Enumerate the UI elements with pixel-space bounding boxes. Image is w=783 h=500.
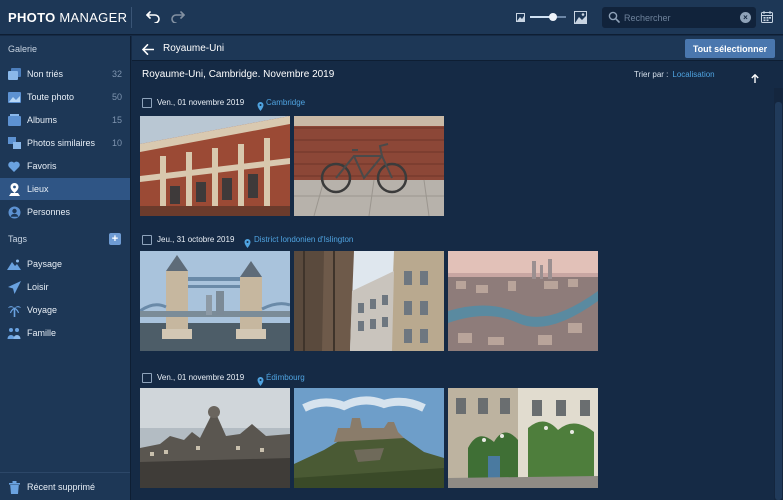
sort-value-link[interactable]: Localisation: [672, 70, 714, 79]
group-date: Ven., 01 novembre 2019: [157, 373, 245, 382]
scrollbar[interactable]: [774, 88, 783, 500]
photo-gallery: Royaume-Uni, Cambridge. Novembre 2019 Tr…: [132, 62, 783, 500]
sidebar-item-personnes[interactable]: Personnes: [0, 201, 130, 223]
sidebar-item-label: Personnes: [27, 207, 71, 217]
sort-direction-arrow-icon[interactable]: [751, 70, 759, 88]
sidebar-item-famille[interactable]: Famille: [0, 322, 130, 344]
redo-icon[interactable]: [170, 9, 186, 25]
sidebar-item-label: Paysage: [27, 259, 63, 269]
sidebar-item-label: Photos similaires: [27, 138, 96, 148]
select-all-button[interactable]: Tout sélectionner: [685, 39, 775, 58]
search-input[interactable]: [624, 10, 734, 25]
group-location-link[interactable]: Cambridge: [266, 98, 305, 107]
group-location-link[interactable]: Édimbourg: [266, 373, 305, 382]
photo-edinburgh-street[interactable]: [448, 388, 598, 488]
plane-icon: [7, 280, 21, 294]
photo-edinburgh-castle[interactable]: [294, 388, 444, 488]
location-pin-icon: [257, 98, 264, 116]
scrollbar-thumb[interactable]: [775, 102, 782, 500]
group-location-link[interactable]: District londonien d'Islington: [254, 235, 353, 244]
zoom-slider[interactable]: [530, 13, 566, 21]
brand-light: MANAGER: [59, 10, 128, 25]
group-date: Jeu., 31 octobre 2019: [157, 235, 235, 244]
family-icon: [7, 326, 21, 340]
sidebar-item-label: Favoris: [27, 161, 57, 171]
search-box[interactable]: ×: [602, 7, 756, 28]
sidebar-item-paysage[interactable]: Paysage: [0, 253, 130, 275]
sidebar-item-favoris[interactable]: Favoris: [0, 155, 130, 177]
photo-london-street[interactable]: [294, 251, 444, 351]
sidebar-item-lieux[interactable]: Lieux: [0, 178, 130, 200]
sidebar-item-count: 50: [111, 92, 122, 102]
page-title: Royaume-Uni: [163, 43, 225, 54]
zoom-out-image-icon[interactable]: [512, 9, 528, 25]
sidebar-item-label: Toute photo: [27, 92, 75, 102]
section-title-tags: Tags: [8, 234, 28, 244]
search-icon: [608, 10, 620, 29]
sidebar-item-label: Loisir: [27, 282, 49, 292]
calendar-icon[interactable]: [759, 9, 775, 25]
top-bar: PHOTO MANAGER ×: [0, 0, 783, 35]
photo-icon: [7, 90, 21, 104]
sidebar-item-label: Non triés: [27, 69, 64, 79]
unsorted-icon: [7, 67, 21, 81]
app-logo: PHOTO MANAGER: [8, 10, 127, 25]
clear-search-icon[interactable]: ×: [740, 12, 751, 23]
sidebar-item-photos-similaires[interactable]: Photos similaires 10: [0, 132, 130, 154]
sort-control: Trier par : Localisation: [634, 70, 715, 79]
photo-london-aerial[interactable]: [448, 251, 598, 351]
toolbar-divider: [131, 7, 132, 28]
zoom-in-image-icon[interactable]: [572, 9, 588, 25]
sidebar-item-albums[interactable]: Albums 15: [0, 109, 130, 131]
sidebar-item-label: Voyage: [27, 305, 58, 315]
sidebar: Galerie Non triés 32 Toute photo 50 Albu…: [0, 36, 131, 500]
sidebar-item-count: 10: [111, 138, 122, 148]
sort-label: Trier par :: [634, 70, 669, 79]
sidebar-item-recent-supprime[interactable]: Récent supprimé: [0, 476, 130, 498]
person-icon: [7, 205, 21, 219]
brand-bold: PHOTO: [8, 10, 56, 25]
heart-icon: [7, 159, 21, 173]
group-checkbox[interactable]: [142, 373, 152, 383]
group-checkbox[interactable]: [142, 98, 152, 108]
sidebar-item-label: Lieux: [27, 184, 49, 194]
location-icon: [7, 182, 21, 196]
photo-brick-building[interactable]: [140, 116, 290, 216]
trash-icon: [7, 480, 21, 494]
sidebar-item-count: 32: [111, 69, 122, 79]
sidebar-item-toute-photo[interactable]: Toute photo 50: [0, 86, 130, 108]
undo-icon[interactable]: [145, 9, 161, 25]
sidebar-item-loisir[interactable]: Loisir: [0, 276, 130, 298]
group-checkbox[interactable]: [142, 235, 152, 245]
sidebar-item-label: Famille: [27, 328, 57, 338]
mountain-icon: [7, 257, 21, 271]
photo-bicycle[interactable]: [294, 116, 444, 216]
back-arrow-icon[interactable]: [142, 42, 155, 60]
sidebar-item-label: Albums: [27, 115, 58, 125]
zoom-slider-knob[interactable]: [548, 13, 557, 21]
gallery-title: Royaume-Uni, Cambridge. Novembre 2019: [142, 69, 335, 80]
sidebar-item-label: Récent supprimé: [27, 482, 96, 492]
photo-edinburgh-skyline[interactable]: [140, 388, 290, 488]
sidebar-item-voyage[interactable]: Voyage: [0, 299, 130, 321]
section-title-galerie: Galerie: [8, 44, 38, 54]
photo-tower-bridge[interactable]: [140, 251, 290, 351]
sidebar-item-count: 15: [111, 115, 122, 125]
content-header: Royaume-Uni Tout sélectionner: [132, 36, 783, 61]
similar-icon: [7, 136, 21, 150]
add-tag-button[interactable]: +: [109, 233, 121, 245]
sidebar-item-non-tries[interactable]: Non triés 32: [0, 63, 130, 85]
group-date: Ven., 01 novembre 2019: [157, 98, 245, 107]
album-icon: [7, 113, 21, 127]
palm-icon: [7, 303, 21, 317]
